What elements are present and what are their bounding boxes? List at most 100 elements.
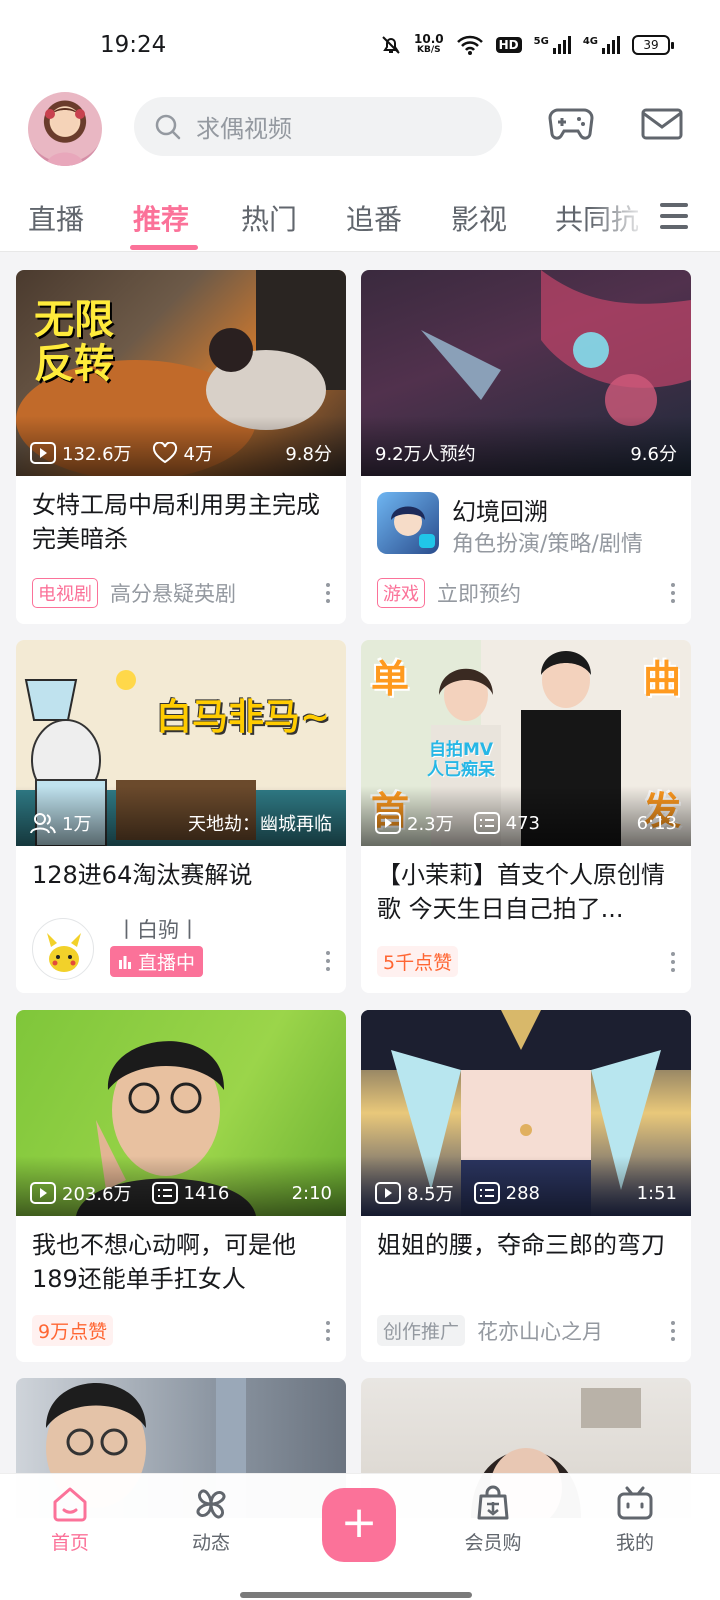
play-count-icon <box>30 442 56 464</box>
user-avatar[interactable] <box>28 92 102 166</box>
play-count-icon <box>375 812 401 834</box>
game-thumbnail: 9.2万人预约 9.6分 <box>361 270 691 476</box>
tab-active-indicator <box>130 245 198 250</box>
play-count: 203.6万 <box>62 1184 132 1205</box>
tab-live[interactable]: 直播 <box>28 198 84 238</box>
uploader-avatar[interactable] <box>32 918 94 980</box>
card-meta: 花亦山心之月 <box>477 1319 604 1344</box>
thumb-stats: 132.6万 4万 9.8分 <box>30 440 332 466</box>
viewers-icon <box>30 813 56 834</box>
tab-menu-icon[interactable] <box>660 203 688 229</box>
nav-mine-label: 我的 <box>615 1532 654 1554</box>
live-badge-label: 直播中 <box>138 952 196 974</box>
thumb-stats: 8.5万 288 1:51 <box>375 1180 677 1206</box>
more-icon[interactable] <box>326 583 330 603</box>
danmaku-count: 288 <box>505 1182 540 1204</box>
shopping-bag-icon <box>477 1485 509 1520</box>
app-root: 19:24 10.0 KB/S HD 5G 4G 39 求偶视频 直播 推荐 热门… <box>0 0 720 1600</box>
card-footer: 创作推广 花亦山心之月 <box>377 1315 675 1346</box>
play-count: 8.5万 <box>407 1184 454 1205</box>
search-bar[interactable]: 求偶视频 <box>134 97 502 156</box>
wifi-icon <box>456 35 483 55</box>
corner-char-1: 单 <box>371 657 410 701</box>
video-title: 姐姐的腰，夺命三郎的弯刀 <box>377 1231 665 1259</box>
viewer-count: 1万 <box>62 814 92 835</box>
sticker-text: 自拍MV 人已痴呆 <box>427 740 495 780</box>
duration: 2:10 <box>291 1182 332 1204</box>
thumb-caption: 无限 反转 <box>34 297 114 387</box>
hd-badge: HD <box>495 37 522 53</box>
card-footer: 游戏 立即预约 <box>377 578 675 608</box>
game-icon <box>377 492 439 554</box>
danmaku-icon <box>473 812 500 834</box>
signal-5g-label: 5G <box>533 36 549 47</box>
nav-dynamic[interactable]: 动态 <box>166 1484 256 1555</box>
game-name: 幻境回溯 <box>452 498 548 526</box>
danmaku-count: 1416 <box>183 1182 230 1204</box>
card-footer: 电视剧 高分悬疑英剧 <box>32 578 330 608</box>
score: 9.6分 <box>630 444 677 465</box>
game-card[interactable]: 9.2万人预约 9.6分 幻境回溯 角色扮演/策略/剧情 游戏 立即预约 <box>361 270 691 624</box>
video-card[interactable]: 203.6万 1416 2:10 我也不想心动啊，可是他189还能单手扛女人 9… <box>16 1010 346 1362</box>
signal-4g-icon: 4G <box>583 36 620 54</box>
status-icons: 10.0 KB/S HD 5G 4G 39 <box>380 33 674 56</box>
reserve-link[interactable]: 立即预约 <box>437 578 521 608</box>
upload-plus-button[interactable]: + <box>322 1488 396 1562</box>
category-tag: 电视剧 <box>32 578 98 608</box>
more-icon[interactable] <box>671 1320 675 1341</box>
video-thumbnail: 8.5万 288 1:51 <box>361 1010 691 1216</box>
thumb-stats: 1万 天地劫：幽城再临 <box>30 810 332 836</box>
category-tag: 游戏 <box>377 578 425 608</box>
more-icon[interactable] <box>326 951 330 971</box>
tab-film[interactable]: 影视 <box>451 198 507 238</box>
video-card[interactable]: 单 曲 首 发 自拍MV 人已痴呆 2.3万 473 6:13 【小茉莉】首支个… <box>361 640 691 993</box>
card-footer: 5千点赞 <box>377 946 675 977</box>
nav-vip-shop[interactable]: 会员购 <box>448 1484 538 1555</box>
video-title: 【小茉莉】首支个人原创情歌 今天生日自己拍了... <box>377 861 665 923</box>
play-count-icon <box>375 1182 401 1204</box>
thumb-caption: 白马非马~ <box>156 697 331 738</box>
tab-hot[interactable]: 热门 <box>241 198 297 238</box>
live-game-name: 天地劫：幽城再临 <box>188 814 332 835</box>
more-icon[interactable] <box>326 1320 330 1341</box>
game-genre: 角色扮演/策略/剧情 <box>452 532 643 557</box>
danmaku-icon <box>473 1182 500 1204</box>
nav-mine[interactable]: 我的 <box>590 1484 680 1555</box>
home-indicator <box>240 1592 472 1598</box>
duration: 1:51 <box>636 1182 677 1204</box>
duration: 6:13 <box>636 812 677 834</box>
play-count: 2.3万 <box>407 814 454 835</box>
gamepad-icon[interactable] <box>548 104 594 144</box>
like-badge: 9万点赞 <box>32 1315 114 1346</box>
search-placeholder: 求偶视频 <box>196 115 292 143</box>
like-badge: 5千点赞 <box>377 946 459 977</box>
thumb-stats: 9.2万人预约 9.6分 <box>375 440 677 466</box>
video-title: 女特工局中局利用男主完成完美暗杀 <box>32 491 320 553</box>
uploader-name[interactable]: 丨白驹丨 <box>116 914 200 944</box>
video-card[interactable]: 无限 反转 132.6万 4万 9.8分 女特工局中局利用男主完成完美暗杀 电视… <box>16 270 346 624</box>
live-card[interactable]: 白马非马~ 1万 天地劫：幽城再临 128进64淘汰赛解说 丨白驹丨 直播中 <box>16 640 346 993</box>
danmaku-icon <box>151 1182 178 1204</box>
thumb-stats: 203.6万 1416 2:10 <box>30 1180 332 1206</box>
nav-vip-label: 会员购 <box>464 1532 522 1554</box>
thumb-stats: 2.3万 473 6:13 <box>375 810 677 836</box>
live-bars-icon <box>119 955 131 969</box>
net-speed: 10.0 KB/S <box>414 33 444 56</box>
bottom-nav: 首页 动态 + 会员购 我的 <box>0 1473 720 1600</box>
tab-recommend[interactable]: 推荐 <box>133 198 189 238</box>
nav-home-label: 首页 <box>50 1532 89 1554</box>
net-speed-unit: KB/S <box>417 45 441 55</box>
like-count: 4万 <box>183 444 213 465</box>
signal-5g-icon: 5G <box>534 36 571 54</box>
battery-icon: 39 <box>632 35 674 55</box>
status-time: 19:24 <box>100 32 167 58</box>
avatar-illustration <box>45 108 85 166</box>
mail-icon[interactable] <box>640 104 686 144</box>
more-icon[interactable] <box>671 583 675 603</box>
tab-anime[interactable]: 追番 <box>346 198 402 238</box>
corner-char-2: 曲 <box>642 657 681 701</box>
more-icon[interactable] <box>671 951 675 972</box>
live-badge: 直播中 <box>110 946 204 977</box>
video-card[interactable]: 8.5万 288 1:51 姐姐的腰，夺命三郎的弯刀 创作推广 花亦山心之月 <box>361 1010 691 1362</box>
nav-home[interactable]: 首页 <box>25 1484 115 1555</box>
